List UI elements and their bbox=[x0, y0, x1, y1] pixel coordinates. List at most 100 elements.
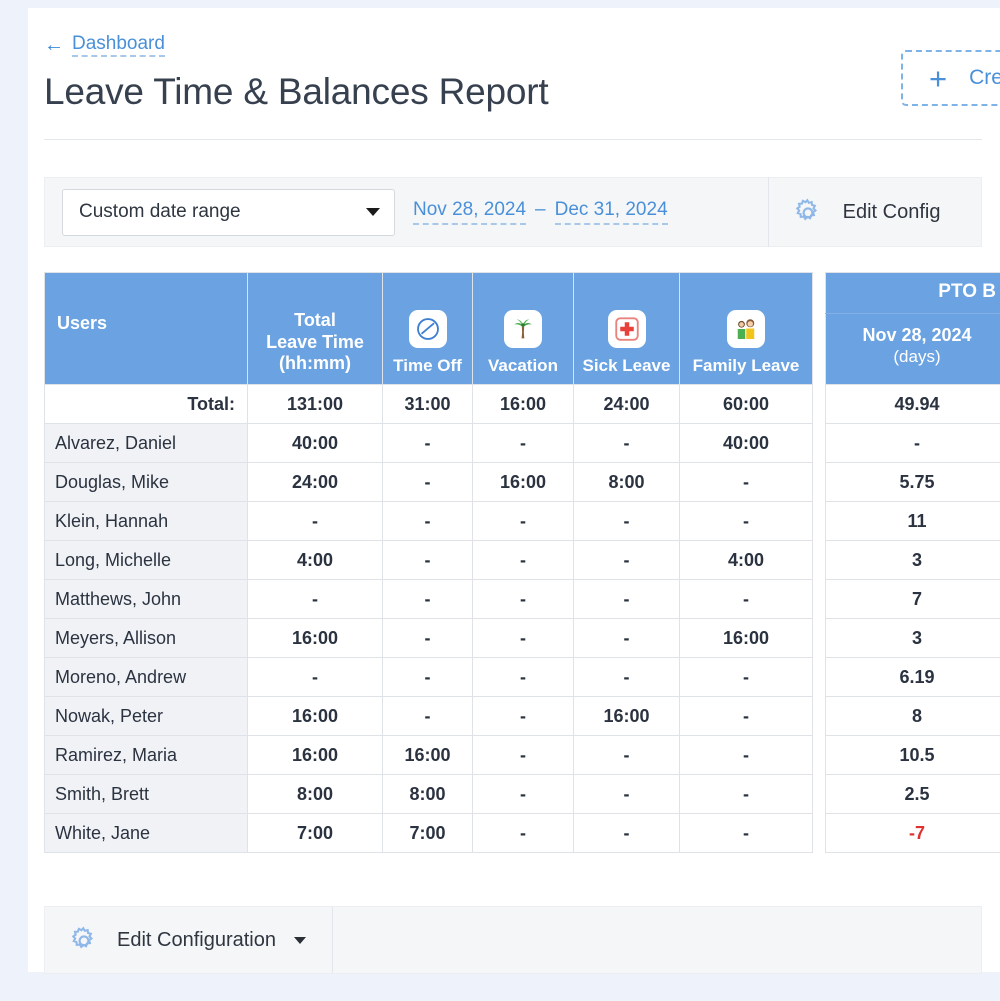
row-sick: 16:00 bbox=[573, 696, 680, 736]
breadcrumb-label: Dashboard bbox=[72, 34, 165, 57]
row-timeoff: 8:00 bbox=[382, 774, 473, 814]
row-family: - bbox=[679, 774, 813, 814]
pto-value: 6.19 bbox=[825, 657, 1000, 697]
table-row[interactable]: 7 bbox=[825, 579, 1000, 619]
row-timeoff: - bbox=[382, 579, 473, 619]
edit-configuration-label: Edit Configuration bbox=[117, 928, 276, 951]
date-range-select-value: Custom date range bbox=[79, 201, 241, 222]
table-row[interactable]: 3 bbox=[825, 618, 1000, 658]
table-row[interactable]: 5.75 bbox=[825, 462, 1000, 502]
row-total: 16:00 bbox=[247, 735, 383, 775]
pto-date-header-date: Nov 28, 2024 bbox=[862, 325, 972, 345]
column-header-vacation[interactable]: Vacation bbox=[472, 272, 574, 385]
arrow-left-icon: ← bbox=[44, 33, 64, 56]
pto-value: - bbox=[825, 423, 1000, 463]
row-vacation: 16:00 bbox=[472, 462, 574, 502]
pto-value: 8 bbox=[825, 696, 1000, 736]
table-row[interactable]: Douglas, Mike 24:00 - 16:00 8:00 - bbox=[44, 462, 813, 502]
column-header-family-leave[interactable]: Family Leave bbox=[679, 272, 813, 385]
footer-bar: Edit Configuration bbox=[44, 906, 982, 974]
date-range-display: Nov 28, 2024 – Dec 31, 2024 bbox=[413, 199, 668, 225]
column-header-vacation-label: Vacation bbox=[488, 356, 558, 375]
page-header: ← Dashboard Leave Time & Balances Report bbox=[28, 8, 1000, 114]
column-header-sick-leave-label: Sick Leave bbox=[582, 356, 671, 375]
pto-date-header[interactable]: Nov 28, 2024 (days) bbox=[825, 313, 1000, 385]
total-row-label: Total: bbox=[44, 384, 248, 424]
row-sick: - bbox=[573, 540, 680, 580]
table-row[interactable]: Ramirez, Maria 16:00 16:00 - - - bbox=[44, 735, 813, 775]
table-row[interactable]: 10.5 bbox=[825, 735, 1000, 775]
row-family: - bbox=[679, 657, 813, 697]
total-row-family: 60:00 bbox=[679, 384, 813, 424]
row-total: 24:00 bbox=[247, 462, 383, 502]
pto-value: 11 bbox=[825, 501, 1000, 541]
table-row[interactable]: 2.5 bbox=[825, 774, 1000, 814]
column-header-total-line2: Leave Time bbox=[266, 331, 364, 352]
footer-divider bbox=[331, 907, 333, 973]
table-row[interactable]: Alvarez, Daniel 40:00 - - - 40:00 bbox=[44, 423, 813, 463]
column-header-total-leave-time[interactable]: Total Leave Time (hh:mm) bbox=[247, 272, 383, 385]
row-family: 4:00 bbox=[679, 540, 813, 580]
create-button[interactable]: + Cre bbox=[901, 50, 1000, 106]
column-header-users-label: Users bbox=[57, 313, 108, 333]
row-vacation: - bbox=[472, 657, 574, 697]
table-row[interactable]: Matthews, John - - - - - bbox=[44, 579, 813, 619]
filter-bar: Custom date range Nov 28, 2024 – Dec 31,… bbox=[44, 177, 982, 247]
table-row[interactable]: Moreno, Andrew - - - - - bbox=[44, 657, 813, 697]
table-row[interactable]: 6.19 bbox=[825, 657, 1000, 697]
row-vacation: - bbox=[472, 501, 574, 541]
column-header-sick-leave[interactable]: Sick Leave bbox=[573, 272, 680, 385]
edit-configuration-button[interactable]: Edit Configuration bbox=[45, 907, 332, 973]
table-row[interactable]: Smith, Brett 8:00 8:00 - - - bbox=[44, 774, 813, 814]
row-family: - bbox=[679, 579, 813, 619]
pto-date-header-unit: (days) bbox=[893, 346, 941, 366]
pto-value: 7 bbox=[825, 579, 1000, 619]
pto-value: 3 bbox=[825, 540, 1000, 580]
table-row[interactable]: - bbox=[825, 423, 1000, 463]
table-row[interactable]: Nowak, Peter 16:00 - - 16:00 - bbox=[44, 696, 813, 736]
pto-balance-table: PTO B Nov 28, 2024 (days) 49.94 - 5.75 1… bbox=[825, 272, 1000, 853]
row-user-name: Alvarez, Daniel bbox=[44, 423, 248, 463]
pto-table-body: 49.94 - 5.75 11 3 7 3 6.19 8 10.5 2.5 -7 bbox=[825, 384, 1000, 853]
table-row[interactable]: White, Jane 7:00 7:00 - - - bbox=[44, 813, 813, 853]
row-vacation: - bbox=[472, 813, 574, 853]
gear-icon bbox=[791, 195, 825, 229]
total-row: Total: 131:00 31:00 16:00 24:00 60:00 bbox=[44, 384, 813, 424]
edit-configuration-top-label: Edit Config bbox=[842, 200, 941, 223]
row-timeoff: - bbox=[382, 696, 473, 736]
row-user-name: Long, Michelle bbox=[44, 540, 248, 580]
row-timeoff: - bbox=[382, 618, 473, 658]
date-from-link[interactable]: Nov 28, 2024 bbox=[413, 199, 527, 225]
row-family: - bbox=[679, 813, 813, 853]
table-row[interactable]: Klein, Hannah - - - - - bbox=[44, 501, 813, 541]
date-to-link[interactable]: Dec 31, 2024 bbox=[554, 199, 668, 225]
row-vacation: - bbox=[472, 774, 574, 814]
column-header-users[interactable]: Users bbox=[44, 272, 248, 385]
row-family: - bbox=[679, 501, 813, 541]
row-total: 16:00 bbox=[247, 618, 383, 658]
table-row[interactable]: 8 bbox=[825, 696, 1000, 736]
pto-table-header: PTO B Nov 28, 2024 (days) bbox=[825, 272, 1000, 385]
table-row[interactable]: -7 bbox=[825, 813, 1000, 853]
palm-tree-icon bbox=[504, 310, 542, 348]
row-sick: - bbox=[573, 735, 680, 775]
total-row-total: 131:00 bbox=[247, 384, 383, 424]
date-range-select[interactable]: Custom date range bbox=[62, 188, 395, 236]
row-timeoff: 7:00 bbox=[382, 813, 473, 853]
table-row[interactable]: 3 bbox=[825, 540, 1000, 580]
table-row[interactable]: Long, Michelle 4:00 - - - 4:00 bbox=[44, 540, 813, 580]
row-timeoff: - bbox=[382, 540, 473, 580]
pto-value: 2.5 bbox=[825, 774, 1000, 814]
pto-total-value: 49.94 bbox=[825, 384, 1000, 424]
breadcrumb-back-dashboard[interactable]: ← Dashboard bbox=[44, 34, 165, 57]
create-button-label: Cre bbox=[969, 66, 1000, 89]
row-timeoff: 16:00 bbox=[382, 735, 473, 775]
row-timeoff: - bbox=[382, 423, 473, 463]
row-user-name: Moreno, Andrew bbox=[44, 657, 248, 697]
table-row[interactable]: Meyers, Allison 16:00 - - - 16:00 bbox=[44, 618, 813, 658]
pto-group-header[interactable]: PTO B bbox=[825, 272, 1000, 314]
column-header-time-off[interactable]: Time Off bbox=[382, 272, 473, 385]
table-row[interactable]: 11 bbox=[825, 501, 1000, 541]
row-user-name: Smith, Brett bbox=[44, 774, 248, 814]
edit-configuration-top-button[interactable]: Edit Config bbox=[769, 195, 941, 229]
